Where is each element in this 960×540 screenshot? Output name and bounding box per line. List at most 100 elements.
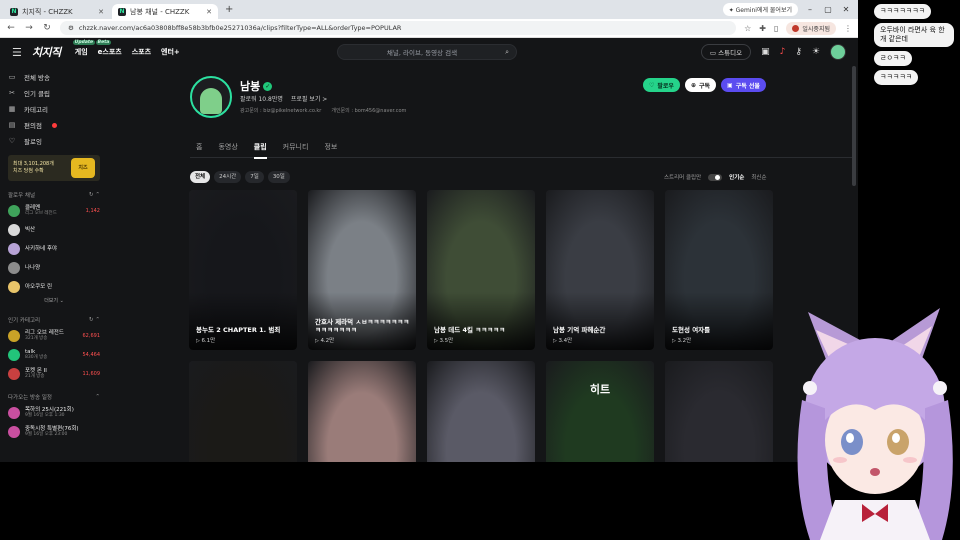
- tab-clips[interactable]: 클립: [253, 140, 267, 159]
- clip-card[interactable]: [665, 361, 773, 462]
- search-input[interactable]: 채널, 라이브, 동영상 검색 ⌕: [337, 44, 517, 60]
- nav-sports[interactable]: 스포츠: [132, 47, 151, 57]
- cheese-coin-icon: 치즈: [71, 158, 95, 178]
- site-info-icon[interactable]: ⚙: [68, 24, 74, 32]
- follow-button[interactable]: ♡ 팔로우: [643, 78, 680, 92]
- clip-card[interactable]: 남봉 데드 4킬 ㅋㅋㅋㅋㅋ 3.5만: [427, 190, 535, 350]
- channel-meta: 목하의 25시(221회) 9월 16일 오후 1:30: [25, 407, 74, 419]
- filter-30d[interactable]: 30일: [267, 171, 290, 183]
- close-window-icon[interactable]: ✕: [840, 5, 852, 14]
- subscribe-button[interactable]: ⊕ 구독: [684, 78, 717, 92]
- nav-game[interactable]: Update 게임: [72, 40, 96, 57]
- refresh-icon[interactable]: ↻ ⌃: [89, 192, 100, 198]
- chat-message: ㄹㅇㅋㅋ: [874, 51, 912, 66]
- key-icon[interactable]: ⚷: [795, 47, 802, 57]
- profile-button[interactable]: 일시중지됨: [786, 21, 836, 35]
- search-icon[interactable]: ⌕: [505, 48, 509, 57]
- gemini-button[interactable]: ✦ Gemini에게 물어보기: [722, 3, 798, 16]
- sidebar-item-all-live[interactable]: ▭ 전체 방송: [8, 69, 100, 85]
- bookmark-star-icon[interactable]: ☆: [744, 24, 751, 33]
- clip-thumbnail: [546, 361, 654, 462]
- contact-biz: 광고문의 : biz@pikelnetwork.co.kr: [240, 108, 322, 114]
- popular-category-list: 리그 오브 레전드 321개 방송 62,691 talk 830개 방송 54,464 포…: [8, 326, 100, 383]
- forward-icon[interactable]: →: [24, 23, 34, 33]
- theme-sun-icon[interactable]: ☀: [812, 47, 820, 57]
- clip-views: 3.4만: [553, 336, 572, 344]
- sidebar-item-category[interactable]: ▦ 카테고리: [8, 101, 100, 117]
- filter-all[interactable]: 전체: [190, 171, 211, 183]
- profile-link[interactable]: 프로필 보기 >: [291, 94, 327, 103]
- studio-button[interactable]: ▭ 스튜디오: [700, 44, 752, 60]
- clip-card[interactable]: 도현성 여자를 3.2만: [665, 190, 773, 350]
- new-tab-icon[interactable]: +: [220, 4, 238, 15]
- following-section-title: 팔로우 채널 ↻ ⌃: [8, 189, 100, 201]
- refresh-icon[interactable]: ↻ ⌃: [89, 317, 100, 323]
- sidebar-channel-item[interactable]: 빅산: [8, 220, 100, 239]
- user-avatar[interactable]: [830, 44, 846, 60]
- channel-meta: 아오쿠모 린: [25, 284, 52, 290]
- hamburger-menu-icon[interactable]: ☰: [12, 46, 22, 59]
- channel-avatar[interactable]: [190, 76, 232, 118]
- page-scrollbar[interactable]: [852, 66, 856, 186]
- site-header: ☰ 치지직 Update 게임 Beta e스포츠 스포츠 엔터+ 채널, 라이브,…: [0, 38, 858, 66]
- close-tab-icon[interactable]: ✕: [206, 8, 212, 16]
- tab-videos[interactable]: 동영상: [218, 140, 237, 158]
- sidebar-channel-item[interactable]: 목하의 25시(221회) 9월 16일 오후 1:30: [8, 403, 100, 422]
- sidebar-channel-item[interactable]: 나나양: [8, 258, 100, 277]
- contact-personal: 개인문의 : bom456@naver.com: [331, 108, 407, 114]
- sidebar-channel-item[interactable]: 아오쿠모 린: [8, 277, 100, 296]
- heart-icon: ♡: [8, 137, 16, 145]
- sidebar-item-popular-clips[interactable]: ✂ 인기 클립: [8, 85, 100, 101]
- cheese-promo-banner[interactable]: 최대 3,101,208개 치즈 당첨 수확 치즈: [8, 155, 100, 181]
- clip-card[interactable]: 봉누도 2 CHAPTER 1. 범죄 6.1만: [189, 190, 297, 350]
- clip-card[interactable]: [189, 361, 297, 462]
- minimize-icon[interactable]: –: [804, 5, 816, 14]
- wallet-icon[interactable]: ▣: [761, 47, 770, 57]
- streamer-only-toggle[interactable]: [708, 173, 723, 181]
- chzzk-favicon-icon: N: [10, 7, 18, 16]
- maximize-icon[interactable]: ▢: [822, 5, 834, 14]
- browser-tab-chzzk[interactable]: N 치지직 - CHZZK ✕: [4, 4, 110, 19]
- tab-info[interactable]: 정보: [324, 140, 337, 158]
- sidebar-channel-item[interactable]: talk 830개 방송 54,464: [8, 345, 100, 364]
- clip-thumbnail: [427, 361, 535, 462]
- clip-card[interactable]: 히트: [546, 361, 654, 462]
- channel-follow-info: 팔로워 10.8만명 프로필 보기 >: [240, 94, 327, 103]
- sidebar-channel-item[interactable]: 사키하네 후야: [8, 239, 100, 258]
- gift-subscription-button[interactable]: ▣ 구독 선물: [721, 78, 766, 92]
- filter-7d[interactable]: 7일: [245, 171, 264, 183]
- sidebar-channel-item[interactable]: 리그 오브 레전드 321개 방송 62,691: [8, 326, 100, 345]
- sort-latest[interactable]: 최신순: [751, 173, 766, 181]
- clip-title: 남봉 기억 파헤순간: [553, 326, 606, 334]
- back-icon[interactable]: ←: [6, 23, 16, 33]
- sidebar-channel-item[interactable]: 클레멘 리그 오브 레전드 1,142: [8, 201, 100, 220]
- tab-home[interactable]: 홈: [196, 140, 202, 158]
- sidebar-channel-item[interactable]: 포켓 몬 II 21개 방송 11,609: [8, 364, 100, 383]
- browser-tab-channel[interactable]: N 남봉 채널 - CHZZK ✕: [112, 4, 218, 19]
- url-field[interactable]: ⚙ chzzk.naver.com/ac6a03808bff8e58b3bfb0…: [60, 21, 737, 35]
- clip-card[interactable]: 남봉 기억 파헤순간 3.4만: [546, 190, 654, 350]
- extensions-icon[interactable]: ✚: [759, 24, 766, 33]
- nav-entertainment[interactable]: 엔터+: [161, 47, 180, 57]
- clip-card[interactable]: 간호사 제라덕 ㅅㅂㅋㅋㅋㅋㅋㅋㅋㅋㅋㅋㅋㅋㅋㅋ 4.2만: [308, 190, 416, 350]
- collapse-icon[interactable]: ⌃: [95, 394, 100, 400]
- filter-24h[interactable]: 24시간: [214, 171, 242, 183]
- reload-icon[interactable]: ↻: [42, 23, 52, 33]
- sidebar-channel-item[interactable]: 중독시청 특별편(76회) 9월 16일 오후 23:00: [8, 422, 100, 441]
- clip-card[interactable]: [427, 361, 535, 462]
- sort-options: 스트리머 클립만 인기순 최신순: [664, 171, 767, 183]
- channel-name: 사키하네 후야: [25, 245, 58, 252]
- browser-menu-icon[interactable]: ⋮: [844, 24, 852, 33]
- sidebar-item-following[interactable]: ♡ 팔로잉: [8, 133, 100, 149]
- tab-community[interactable]: 커뮤니티: [283, 140, 309, 158]
- chzzk-logo[interactable]: 치지직: [32, 44, 61, 60]
- close-tab-icon[interactable]: ✕: [98, 8, 104, 16]
- section-title: 인기 카테고리: [8, 318, 41, 324]
- clip-card[interactable]: [308, 361, 416, 462]
- nav-esports[interactable]: Beta e스포츠: [95, 40, 122, 57]
- sort-popular[interactable]: 인기순: [729, 173, 744, 181]
- sidebar-item-store[interactable]: ▤ 편의점: [8, 117, 100, 133]
- sidepanel-icon[interactable]: ▯: [774, 24, 778, 33]
- notification-bell-icon[interactable]: ♪: [780, 47, 786, 57]
- more-following-button[interactable]: 더보기 ⌄: [8, 296, 100, 306]
